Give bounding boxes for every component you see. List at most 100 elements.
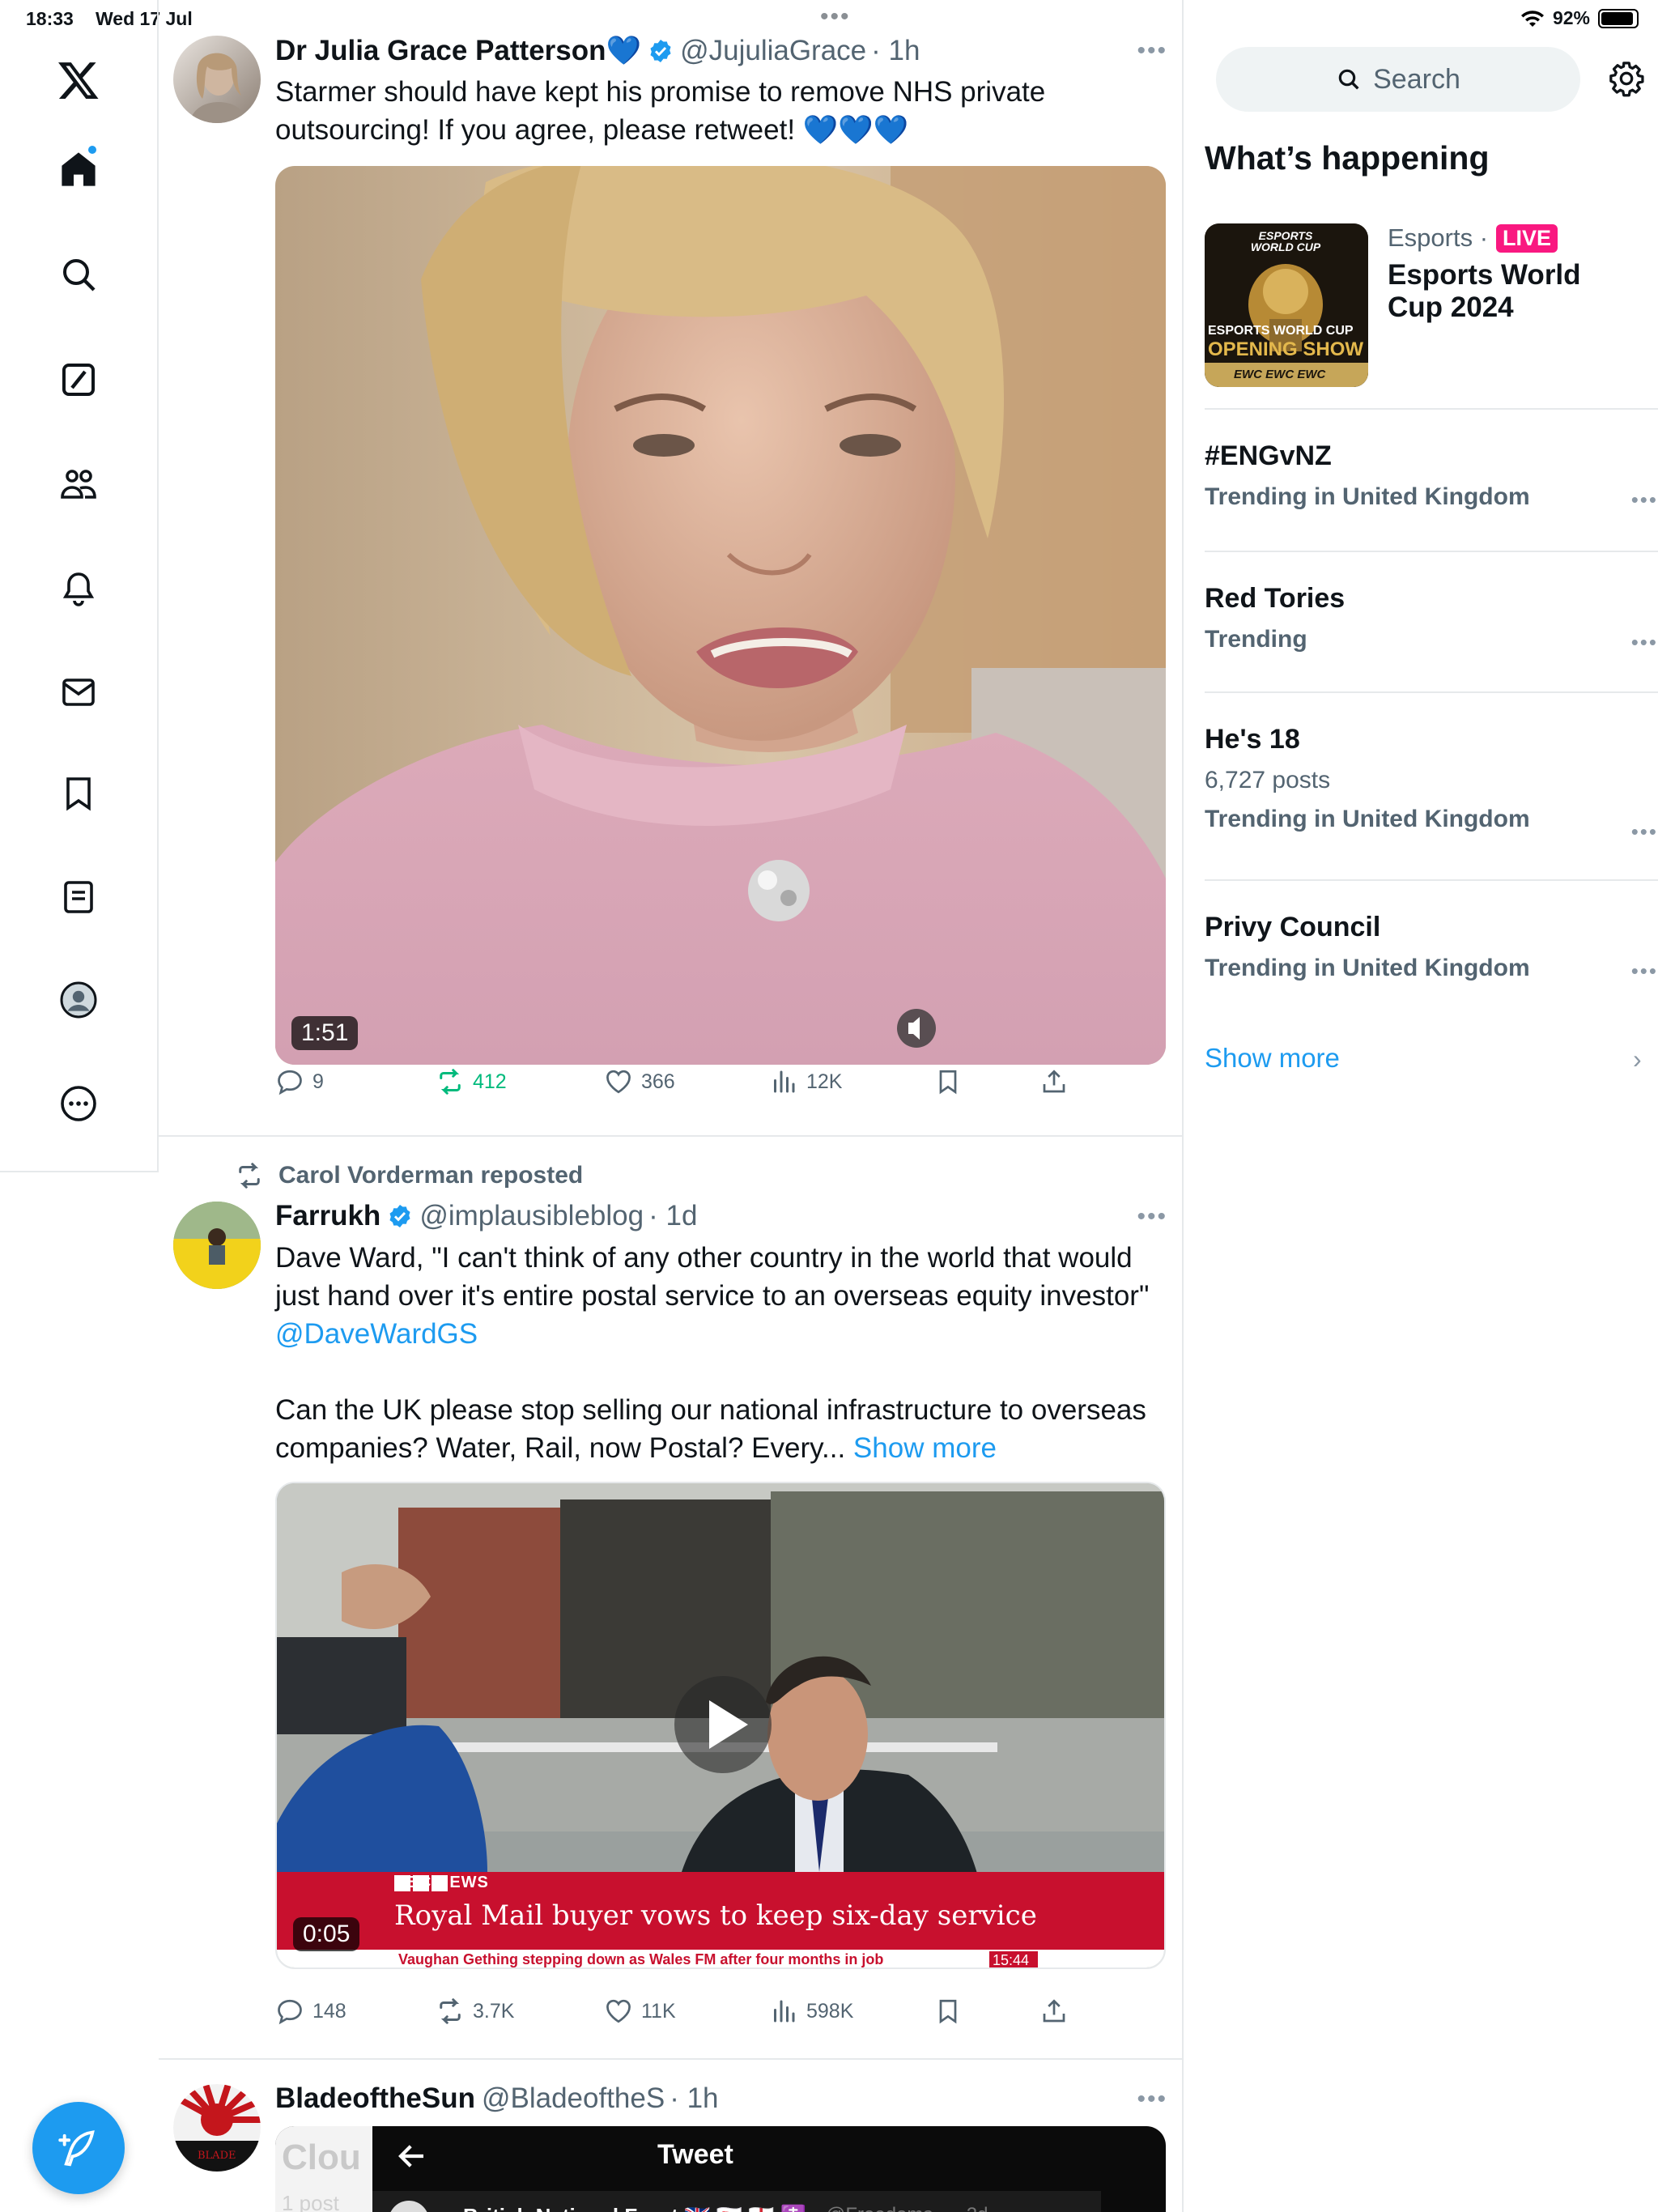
lists-icon[interactable] — [42, 861, 115, 934]
reply-icon — [278, 1999, 302, 2025]
repost-icon — [440, 1069, 461, 1095]
author-handle[interactable]: @JujuliaGrace — [680, 35, 866, 67]
repost-button[interactable]: 412 — [436, 1067, 507, 1096]
avatar[interactable]: BLADE — [173, 2084, 261, 2172]
video-frame-image — [275, 166, 1166, 1065]
trend-divider — [1205, 408, 1658, 410]
home-notification-dot — [87, 144, 98, 155]
author-name[interactable]: BladeoftheSun — [275, 2082, 475, 2115]
author-handle[interactable]: @implausibleblog — [419, 1200, 644, 1232]
author-name[interactable]: Dr Julia Grace Patterson💙 — [275, 34, 641, 67]
event-category: Esports · LIVE — [1388, 223, 1558, 253]
bookmark-icon — [939, 1999, 957, 2024]
trend-item-red-tories[interactable]: Red Tories Trending ••• — [1205, 583, 1658, 655]
profile-icon[interactable] — [42, 963, 115, 1036]
search-input[interactable]: Search — [1216, 47, 1580, 112]
repost-by-label[interactable]: Carol Vorderman reposted — [278, 1162, 583, 1189]
bookmark-icon — [939, 1070, 957, 1095]
grok-icon[interactable] — [42, 343, 115, 416]
event-title: Esports World Cup 2024 — [1388, 259, 1581, 323]
views-button[interactable]: 598K — [769, 1997, 853, 2026]
video-frame-image — [277, 1483, 1164, 1967]
mention-link[interactable]: @DaveWardGS — [275, 1318, 478, 1350]
explore-icon[interactable] — [42, 238, 115, 311]
trend-name: #ENGvNZ — [1205, 440, 1332, 471]
repost-indicator-icon — [239, 1163, 260, 1189]
share-icon — [1043, 1999, 1065, 2023]
views-chart-icon — [774, 1070, 795, 1093]
trend-divider — [1205, 879, 1658, 881]
author-handle[interactable]: @BladeoftheS — [482, 2082, 665, 2115]
trend-item-privy-council[interactable]: Privy Council Trending in United Kingdom… — [1205, 912, 1658, 984]
search-placeholder: Search — [1373, 63, 1460, 95]
settings-gear-icon[interactable] — [1608, 60, 1645, 97]
bookmarks-icon[interactable] — [42, 757, 115, 830]
post-time: · 1h — [670, 2082, 719, 2114]
tweet-more-button[interactable]: ••• — [1137, 37, 1167, 65]
trend-more-button[interactable]: ••• — [1631, 819, 1658, 844]
screenshot-author: British National Front 🇬🇧 🇸🇰 🏴󠁧󠁢󠁥󠁮󠁧󠁿 ☦️ — [463, 2204, 806, 2212]
post-time: · 1h — [871, 34, 920, 66]
reply-button[interactable]: 9 — [275, 1067, 324, 1096]
verified-badge-icon — [389, 1205, 410, 1227]
featured-event-card[interactable]: ESPORTS WORLD CUP ESPORTS WORLD CUP OPEN… — [1205, 223, 1658, 387]
bookmark-button[interactable] — [933, 1997, 963, 2026]
trend-name: He's 18 — [1205, 724, 1300, 755]
tweet-text-part2: Can the UK please stop selling our natio… — [275, 1394, 1146, 1464]
news-headline: Royal Mail buyer vows to keep six-day se… — [394, 1899, 1037, 1932]
bbc-news-brand: BBC NEWS — [394, 1874, 489, 1891]
trend-divider — [1205, 691, 1658, 693]
trend-item-hes-18[interactable]: He's 18 6,727 posts Trending in United K… — [1205, 724, 1658, 844]
repost-context: Carol Vorderman reposted — [235, 1161, 583, 1190]
share-icon — [1043, 1070, 1065, 1093]
event-category-label: Esports · — [1388, 223, 1489, 252]
show-more-trends-link[interactable]: Show more — [1205, 1043, 1340, 1074]
live-badge: LIVE — [1496, 223, 1558, 253]
tweet-more-button[interactable]: ••• — [1137, 1203, 1167, 1231]
trend-item-engvnz[interactable]: #ENGvNZ Trending in United Kingdom ••• — [1205, 440, 1658, 513]
more-icon[interactable] — [42, 1067, 115, 1140]
tweet-header: Dr Julia Grace Patterson💙 @JujuliaGrace … — [275, 34, 920, 67]
notifications-icon[interactable] — [42, 552, 115, 625]
tweet-video[interactable]: BBC NEWS Royal Mail buyer vows to keep s… — [275, 1482, 1166, 1969]
home-icon[interactable] — [42, 133, 115, 206]
left-nav — [0, 0, 159, 1172]
video-duration: 0:05 — [293, 1917, 360, 1951]
show-more-link[interactable]: Show more — [853, 1432, 997, 1464]
tweet-video[interactable]: 1:51 — [275, 166, 1166, 1065]
x-logo-icon[interactable] — [42, 44, 115, 117]
communities-icon[interactable] — [42, 448, 115, 521]
repost-button[interactable]: 3.7K — [436, 1997, 514, 2026]
avatar[interactable] — [173, 36, 261, 123]
avatar[interactable] — [173, 1202, 261, 1289]
bookmark-button[interactable] — [933, 1067, 963, 1096]
event-image-footer: EWC EWC EWC — [1234, 368, 1326, 381]
share-button[interactable] — [1039, 1067, 1069, 1096]
like-button[interactable]: 11K — [604, 1997, 676, 2026]
like-count: 366 — [641, 1070, 675, 1093]
tweet-divider — [159, 1135, 1184, 1137]
tweet-more-button[interactable]: ••• — [1137, 2086, 1167, 2113]
embedded-screenshot[interactable]: Clou 1 post Tweet British National Front… — [275, 2126, 1166, 2212]
news-clock: 15:44 — [993, 1952, 1030, 1968]
compose-post-button[interactable] — [32, 2102, 125, 2194]
reply-count: 9 — [312, 1070, 324, 1093]
author-name[interactable]: Farrukh — [275, 1200, 380, 1232]
messages-icon[interactable] — [42, 656, 115, 729]
svg-text:BLADE: BLADE — [198, 2150, 236, 2162]
news-ticker: Vaughan Gething stepping down as Wales F… — [398, 1951, 884, 1967]
trend-meta: Trending in United Kingdom — [1205, 806, 1530, 832]
reply-button[interactable]: 148 — [275, 1997, 346, 2026]
trend-more-button[interactable]: ••• — [1631, 487, 1658, 513]
whats-happening-title: What’s happening — [1205, 139, 1490, 177]
trend-more-button[interactable]: ••• — [1631, 959, 1658, 984]
tweet-header: BladeoftheSun @BladeoftheS · 1h — [275, 2082, 719, 2115]
share-button[interactable] — [1039, 1997, 1069, 2026]
right-sidebar: Search What’s happening ESPORTS WORLD CU… — [1184, 0, 1658, 2212]
views-button[interactable]: 12K — [769, 1067, 842, 1096]
tweet-text: Dave Ward, "I can't think of any other c… — [275, 1239, 1158, 1467]
screenshot-bg-posts: 1 post — [282, 2191, 339, 2212]
trend-more-button[interactable]: ••• — [1631, 630, 1658, 655]
like-button[interactable]: 366 — [604, 1067, 675, 1096]
search-icon — [1338, 69, 1359, 90]
